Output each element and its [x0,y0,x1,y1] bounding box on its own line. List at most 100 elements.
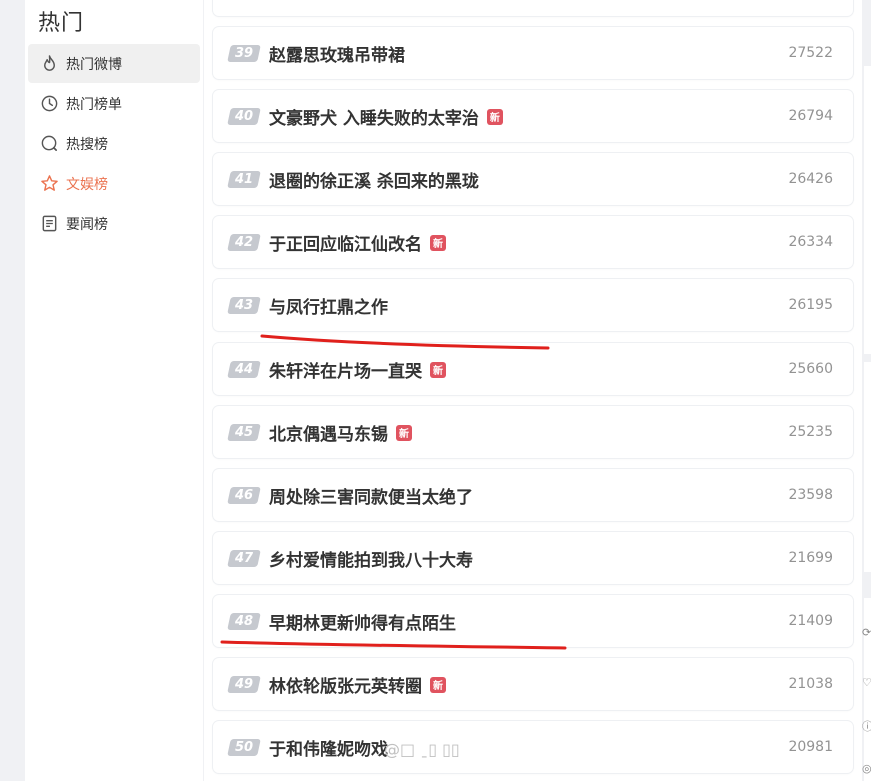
star-icon [39,174,59,194]
heat-count: 21409 [788,613,833,629]
topic-title-text[interactable]: 与凤行扛鼎之作 [269,293,388,318]
rank-badge: 48 [227,613,261,630]
sidebar-item-hot-list[interactable]: 热门榜单 [28,84,200,123]
sidebar: 热门 热门微博 热门榜单 热搜榜 文娱榜 要闻榜 [25,0,203,781]
rank-badge: 49 [227,676,261,693]
sidebar-item-label: 热门榜单 [66,96,122,113]
document-icon [39,214,59,234]
right-panel-card [864,362,871,572]
topic-title[interactable]: 与凤行扛鼎之作 [269,293,388,318]
topic-title[interactable]: 文豪野犬 入睡失败的太宰治新 [269,104,503,129]
rank-badge: 39 [227,45,261,62]
topic-title[interactable]: 林依轮版张元英转圈新 [269,672,446,697]
settings-icon[interactable]: ◎ [862,762,871,775]
list-item[interactable]: 46 周处除三害同款便当太绝了 23598 [213,469,853,521]
list-item[interactable]: 45 北京偶遇马东锡新 25235 [213,406,853,458]
sidebar-item-label: 热门微博 [66,56,122,73]
sidebar-item-entertainment[interactable]: 文娱榜 [28,164,200,203]
topic-title[interactable]: 赵露思玫瑰吊带裙 [269,41,405,66]
heat-count: 27522 [788,45,833,61]
sidebar-item-label: 热搜榜 [66,136,108,153]
clock-icon [39,94,59,114]
rank-number: 42 [234,235,254,250]
list-item[interactable]: 42 于正回应临江仙改名新 26334 [213,216,853,268]
rank-badge: 50 [227,739,261,756]
watermark: @□ ˍ▯ ▯▯ [384,740,460,759]
list-item[interactable]: 47 乡村爱情能拍到我八十大寿 21699 [213,532,853,584]
list-item[interactable]: 41 退圈的徐正溪 杀回来的黑珑 26426 [213,153,853,205]
topic-title[interactable]: 于正回应临江仙改名新 [269,230,446,255]
topic-title[interactable]: 北京偶遇马东锡新 [269,420,412,445]
rank-number: 40 [234,109,254,124]
heat-count: 26195 [788,297,833,313]
rank-number: 46 [234,488,254,503]
rank-badge: 40 [227,108,261,125]
list-item[interactable]: 43 与凤行扛鼎之作 26195 [213,279,853,331]
topic-title-text[interactable]: 于和伟隆妮吻戏 [269,735,388,760]
new-badge: 新 [486,108,503,125]
list-item[interactable]: 39 赵露思玫瑰吊带裙 27522 [213,27,853,79]
search-icon [39,134,59,154]
rank-number: 45 [234,425,254,440]
rank-number: 47 [234,551,254,566]
heat-count: 21699 [788,550,833,566]
hot-list-panel: 39 赵露思玫瑰吊带裙 27522 40 文豪野犬 入睡失败的太宰治新 26794 41 退圈… [204,0,862,781]
topic-title-text[interactable]: 早期林更新帅得有点陌生 [269,609,456,634]
new-badge: 新 [430,676,446,693]
topic-title-text[interactable]: 文豪野犬 入睡失败的太宰治 [269,104,479,129]
heat-count: 20981 [788,739,833,755]
rank-badge: 41 [227,171,261,188]
sidebar-nav: 热门微博 热门榜单 热搜榜 文娱榜 要闻榜 [28,44,200,244]
heat-count: 26334 [788,234,833,250]
list-item[interactable]: 50 于和伟隆妮吻戏 20981 [213,721,853,773]
rank-badge: 45 [227,424,261,441]
sidebar-item-news[interactable]: 要闻榜 [28,204,200,243]
heat-count: 26426 [788,171,833,187]
heat-count: 25235 [788,424,833,440]
heat-count: 21038 [788,676,833,692]
topic-title-text[interactable]: 乡村爱情能拍到我八十大寿 [269,546,473,571]
rank-number: 41 [234,172,254,187]
topic-title-text[interactable]: 北京偶遇马东锡 [269,420,388,445]
new-badge: 新 [430,361,446,378]
rank-badge: 46 [227,487,261,504]
sidebar-item-label: 要闻榜 [66,216,108,233]
list-item[interactable]: 48 早期林更新帅得有点陌生 21409 [213,595,853,647]
topic-title[interactable]: 乡村爱情能拍到我八十大寿 [269,546,473,571]
topic-title-text[interactable]: 退圈的徐正溪 杀回来的黑珑 [269,167,479,192]
sidebar-item-hot-weibo[interactable]: 热门微博 [28,44,200,83]
rank-badge: 47 [227,550,261,567]
page: 热门 热门微博 热门榜单 热搜榜 文娱榜 要闻榜 39 赵露思玫瑰吊带裙 275… [0,0,871,781]
rank-number: 44 [234,362,254,377]
rank-badge: 44 [227,361,261,378]
heat-count: 23598 [788,487,833,503]
topic-title-text[interactable]: 朱轩洋在片场一直哭 [269,357,422,382]
list-item[interactable]: 44 朱轩洋在片场一直哭新 25660 [213,343,853,395]
sidebar-item-hot-search[interactable]: 热搜榜 [28,124,200,163]
topic-title-text[interactable]: 赵露思玫瑰吊带裙 [269,41,405,66]
info-icon[interactable]: ⓘ [862,718,871,734]
list-item[interactable]: 49 林依轮版张元英转圈新 21038 [213,658,853,710]
topic-title-text[interactable]: 周处除三害同款便当太绝了 [269,483,473,508]
list-item[interactable]: 40 文豪野犬 入睡失败的太宰治新 26794 [213,90,853,142]
topic-title[interactable]: 朱轩洋在片场一直哭新 [269,357,446,382]
rank-badge: 43 [227,297,261,314]
list-item[interactable] [213,0,853,16]
topic-title[interactable]: 于和伟隆妮吻戏 [269,735,388,760]
rank-number: 49 [234,677,254,692]
topic-title[interactable]: 早期林更新帅得有点陌生 [269,609,456,634]
sidebar-title: 热门 [38,11,85,36]
topic-title[interactable]: 周处除三害同款便当太绝了 [269,483,473,508]
rank-number: 48 [234,614,254,629]
heart-icon[interactable]: ♡ [862,676,871,689]
rank-number: 39 [234,46,254,61]
flame-icon [39,54,59,74]
topic-title-text[interactable]: 于正回应临江仙改名 [269,230,422,255]
refresh-icon[interactable]: ⟳ [862,626,871,639]
rank-badge: 42 [227,234,261,251]
topic-title-text[interactable]: 林依轮版张元英转圈 [269,672,422,697]
new-badge: 新 [430,234,446,251]
topic-title[interactable]: 退圈的徐正溪 杀回来的黑珑 [269,167,479,192]
new-badge: 新 [396,424,412,441]
sidebar-item-label: 文娱榜 [66,176,108,193]
